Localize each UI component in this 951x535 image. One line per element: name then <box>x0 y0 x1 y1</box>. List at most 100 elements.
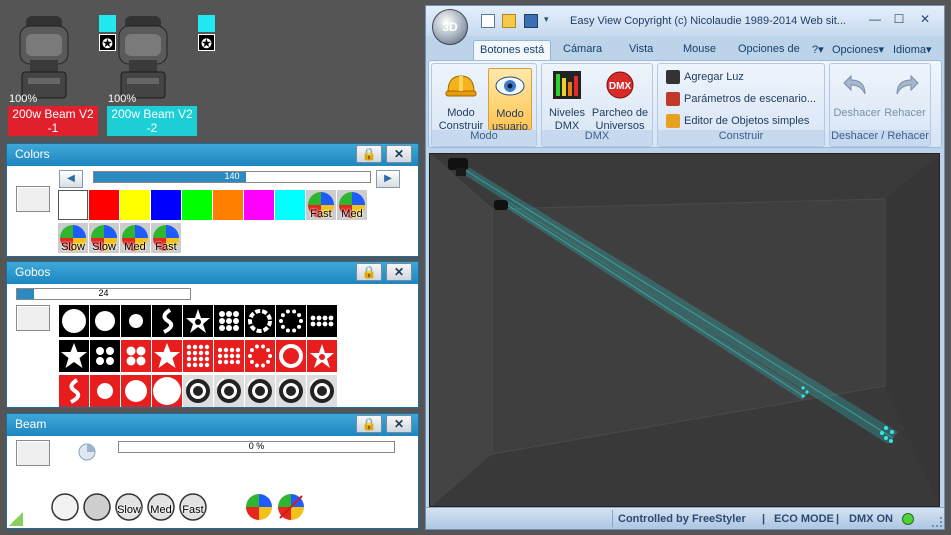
gobo-button[interactable] <box>307 340 337 372</box>
gobo-button[interactable] <box>90 375 120 407</box>
gobo-button[interactable] <box>183 305 213 337</box>
new-file-icon[interactable] <box>481 14 495 28</box>
color-wheel-button[interactable] <box>244 492 274 522</box>
beam-speed-button[interactable]: Med <box>146 492 176 522</box>
resize-grip-icon[interactable] <box>9 512 23 526</box>
gobo-rotation-button[interactable] <box>276 375 306 407</box>
maximize-button[interactable]: ☐ <box>888 12 910 28</box>
color-wheel-speed-button[interactable]: Fast <box>151 223 181 253</box>
color-wheel-speed-button[interactable]: Slow <box>58 223 88 253</box>
close-button[interactable]: ✕ <box>386 145 412 163</box>
gobo-button[interactable] <box>59 305 89 337</box>
gobo-button[interactable] <box>245 305 275 337</box>
beam-title: Beam <box>15 417 47 431</box>
gobo-button[interactable] <box>276 305 306 337</box>
tab-camara[interactable]: Cámara <box>563 40 602 60</box>
gobo-rotation-button[interactable] <box>183 375 213 407</box>
fixture-label[interactable]: 200w Beam V2 -2 <box>107 106 197 136</box>
color-wheel-speed-button[interactable]: Med <box>120 223 150 253</box>
app-logo-button[interactable]: 3D <box>432 9 468 45</box>
slider-left-arrow[interactable]: ◀ <box>59 170 83 188</box>
color-wheel-speed-button[interactable]: Slow <box>89 223 119 253</box>
color-swatch-button[interactable] <box>89 190 119 220</box>
quick-access-dropdown-icon[interactable]: ▾ <box>544 14 549 25</box>
open-folder-icon[interactable] <box>502 14 516 28</box>
gobo-button[interactable] <box>276 340 306 372</box>
current-beam-button[interactable] <box>16 440 50 466</box>
tab-vista[interactable]: Vista <box>629 40 653 60</box>
color-wheel-speed-button[interactable]: Med <box>337 190 367 220</box>
gobo-button[interactable] <box>59 375 89 407</box>
slider-right-arrow[interactable]: ▶ <box>376 170 400 188</box>
resize-grip-icon[interactable] <box>932 517 942 527</box>
lock-button[interactable]: 🔒 <box>356 415 382 433</box>
color-swatch-button[interactable] <box>151 190 181 220</box>
color-swatch-button[interactable] <box>120 190 150 220</box>
beam-speed-button[interactable]: Fast <box>178 492 208 522</box>
redo-button[interactable]: Rehacer <box>882 68 928 120</box>
gobo-button[interactable] <box>121 305 151 337</box>
gobo-button[interactable] <box>183 340 213 372</box>
tab-botones[interactable]: Botones está <box>473 40 552 60</box>
gobo-button[interactable] <box>90 305 120 337</box>
gobo-button[interactable] <box>121 340 151 372</box>
gobo-rotation-button[interactable] <box>214 375 244 407</box>
gobo-button[interactable] <box>214 340 244 372</box>
fixture-2-3d-icon[interactable] <box>494 200 508 210</box>
current-gobo-button[interactable] <box>16 305 50 331</box>
panel-title: Beam 🔒 ✕ <box>7 414 418 436</box>
gobo-button[interactable] <box>121 375 151 407</box>
tab-opciones-de[interactable]: Opciones de <box>738 40 800 60</box>
editor-objetos-button[interactable]: Editor de Objetos simples <box>666 114 809 128</box>
color-swatch-button[interactable] <box>182 190 212 220</box>
color-wheel-speed-button[interactable]: Fast <box>306 190 336 220</box>
parcheo-universos-button[interactable]: DMX Parcheo de Universos <box>590 68 650 133</box>
niveles-dmx-button[interactable]: Niveles DMX <box>544 68 590 133</box>
stage-scene <box>430 154 939 506</box>
color-swatch-button[interactable] <box>275 190 305 220</box>
gobo-button[interactable] <box>152 375 182 407</box>
agregar-luz-button[interactable]: Agregar Luz <box>666 70 744 84</box>
gobo-button[interactable] <box>245 340 275 372</box>
gobo-button[interactable] <box>59 340 89 372</box>
close-button[interactable]: ✕ <box>386 263 412 281</box>
color-swatch-button[interactable] <box>244 190 274 220</box>
close-button[interactable]: ✕ <box>386 415 412 433</box>
gobo-rotation-button[interactable] <box>307 375 337 407</box>
gobo-button[interactable] <box>152 305 182 337</box>
gobo-button[interactable] <box>214 305 244 337</box>
color-swatch-button[interactable] <box>58 190 88 220</box>
close-window-button[interactable]: ✕ <box>914 12 936 28</box>
tab-mouse[interactable]: Mouse <box>683 40 716 60</box>
beam-open-button[interactable] <box>50 492 80 522</box>
group-construir: Agregar Luz Parámetros de escenario... E… <box>657 63 825 147</box>
beam-speed-button[interactable]: Slow <box>114 492 144 522</box>
lock-button[interactable]: 🔒 <box>356 263 382 281</box>
minimize-button[interactable]: — <box>864 12 886 28</box>
modo-construir-button[interactable]: Modo Construir <box>436 68 486 133</box>
gobo-rotation-button[interactable] <box>245 375 275 407</box>
fixture-1[interactable]: ✪ 100% 200w Beam V2 -1 <box>8 10 116 136</box>
modo-usuario-button[interactable]: Modo usuario <box>488 68 532 133</box>
parametros-escenario-button[interactable]: Parámetros de escenario... <box>666 92 816 106</box>
beam-slider[interactable]: 0 % <box>118 441 395 453</box>
gobo-button[interactable] <box>152 340 182 372</box>
gobo-button[interactable] <box>90 340 120 372</box>
fixture-2[interactable]: ✪ 100% 200w Beam V2 -2 <box>107 10 215 136</box>
color-swatch-button[interactable] <box>213 190 243 220</box>
beam-frost-button[interactable] <box>82 492 112 522</box>
lock-button[interactable]: 🔒 <box>356 145 382 163</box>
save-icon[interactable] <box>524 14 538 28</box>
undo-button[interactable]: Deshacer <box>832 68 882 120</box>
tab-idioma[interactable]: Idioma▾ <box>893 40 932 60</box>
current-color-button[interactable] <box>16 186 50 212</box>
gobo-slider[interactable]: 24 <box>16 288 191 300</box>
tab-opciones[interactable]: Opciones▾ <box>832 40 884 60</box>
color-wheel-strike-button[interactable] <box>276 492 306 522</box>
tab-help[interactable]: ?▾ <box>812 40 824 60</box>
gobo-button[interactable] <box>307 305 337 337</box>
beam-speed-label: Slow <box>117 504 141 516</box>
3d-viewport[interactable] <box>429 153 940 507</box>
fixture-label[interactable]: 200w Beam V2 -1 <box>8 106 98 136</box>
color-slider[interactable]: 140 <box>93 171 371 183</box>
